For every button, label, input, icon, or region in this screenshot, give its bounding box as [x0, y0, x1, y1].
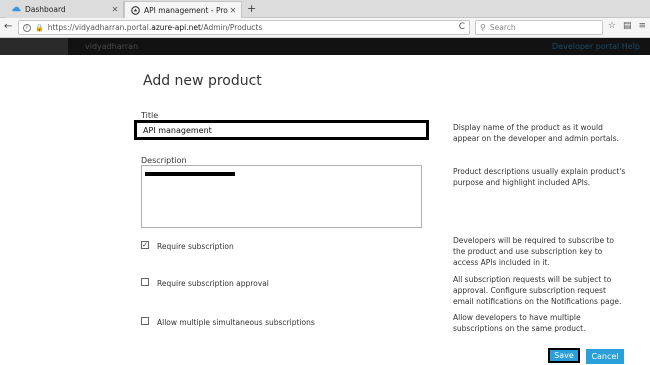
require-approval-label: Require subscription approval — [157, 279, 269, 288]
title-label: Title — [141, 111, 159, 120]
require-approval-checkbox[interactable] — [141, 277, 149, 286]
portal-logo-area — [0, 38, 68, 55]
redacted-text — [145, 172, 235, 176]
require-approval-row: Require subscription approval — [141, 275, 269, 288]
browser-nav-bar: ← i 🔒 https://vidyadharran.portal. azure-… — [0, 18, 650, 38]
star-icon[interactable]: ☆ — [608, 21, 616, 31]
search-icon: ⚲ — [480, 23, 486, 32]
title-help-text: Display name of the product as it would … — [453, 123, 619, 143]
tab-dashboard[interactable]: Dashboard ✕ — [6, 1, 124, 18]
require-subscription-row: ✓ Require subscription — [141, 238, 234, 251]
browser-tab-bar: Dashboard ✕ API management - Products ✕ … — [0, 0, 650, 18]
menu-icon[interactable]: ≡ — [638, 21, 646, 31]
require-subscription-label: Require subscription — [157, 242, 234, 251]
description-help-text: Product descriptions usually explain pro… — [453, 167, 626, 187]
title-input-value: API management — [143, 125, 212, 135]
require-subscription-help: Developers will be required to subscribe… — [453, 236, 615, 267]
new-tab-button[interactable]: + — [247, 2, 256, 15]
bookmarks-icon[interactable]: ▤ — [623, 21, 632, 31]
info-icon[interactable]: i — [23, 23, 31, 32]
close-icon[interactable]: ✕ — [110, 5, 120, 14]
reload-icon[interactable]: C — [459, 22, 465, 32]
url-prefix: https://vidyadharran.portal. — [47, 23, 152, 32]
page-title: Add new product — [143, 73, 262, 89]
url-suffix: /Admin/Products — [200, 23, 263, 32]
cloud-api-icon — [131, 5, 140, 15]
description-label: Description — [141, 156, 187, 165]
close-icon[interactable]: ✕ — [228, 6, 238, 15]
back-button[interactable]: ← — [4, 21, 12, 32]
allow-multiple-row: Allow multiple simultaneous subscription… — [141, 314, 315, 327]
url-domain: azure-api.net — [151, 23, 201, 32]
description-textarea[interactable] — [141, 165, 422, 228]
require-subscription-checkbox[interactable]: ✓ — [141, 240, 149, 249]
cloud-icon — [12, 5, 21, 14]
title-input[interactable]: API management — [134, 120, 429, 140]
toolbar-icons: ☆ ▤ ≡ — [608, 21, 646, 31]
require-approval-help: All subscription requests will be subjec… — [453, 275, 622, 306]
search-input[interactable]: ⚲ Search — [475, 20, 603, 35]
portal-user-name[interactable]: vidyadharran — [85, 42, 138, 51]
lock-icon: 🔒 — [35, 23, 44, 32]
cancel-button[interactable]: Cancel — [586, 349, 624, 364]
allow-multiple-checkbox[interactable] — [141, 316, 149, 325]
allow-multiple-label: Allow multiple simultaneous subscription… — [157, 318, 315, 327]
tab-label: Dashboard — [25, 5, 66, 14]
portal-header-links[interactable]: Developer portal Help — [552, 42, 640, 51]
tab-api-management-products[interactable]: API management - Products ✕ — [124, 1, 242, 18]
allow-multiple-help: Allow developers to have multiple subscr… — [453, 313, 586, 333]
tab-label: API management - Products — [144, 5, 228, 15]
add-product-form: Add new product Title API management Dis… — [0, 55, 650, 365]
address-bar[interactable]: i 🔒 https://vidyadharran.portal. azure-ap… — [18, 20, 470, 35]
portal-header: vidyadharran Developer portal Help — [0, 38, 650, 55]
search-placeholder: Search — [489, 23, 516, 32]
save-button[interactable]: Save — [548, 348, 580, 363]
